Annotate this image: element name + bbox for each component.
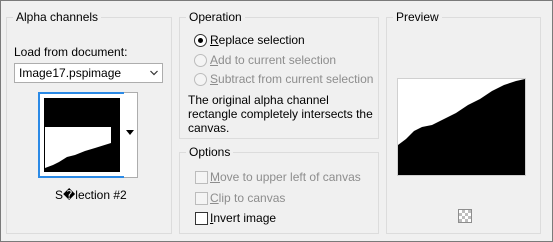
alpha-channel-thumbnail[interactable]	[38, 92, 126, 178]
subtract-from-selection-label: Subtract from current selection	[210, 72, 374, 86]
invert-image-label: Invert image	[210, 211, 277, 225]
clip-to-canvas-label: Clip to canvas	[210, 191, 286, 205]
replace-selection-label: Replace selection	[210, 33, 305, 47]
info-text-line-3: canvas.	[188, 121, 230, 135]
subtract-from-selection-radio[interactable]	[194, 73, 207, 86]
preview-mask-graphic	[398, 79, 525, 175]
radio-selected-dot	[198, 38, 203, 43]
clip-to-canvas-checkbox[interactable]	[195, 192, 208, 205]
document-select[interactable]: Image17.pspimage	[14, 63, 163, 83]
transparency-toggle-icon[interactable]	[458, 209, 472, 223]
channel-name-label: S�lection #2	[55, 188, 127, 202]
preview-title: Preview	[393, 9, 442, 25]
move-to-upper-left-label: Move to upper left of canvas	[210, 170, 361, 184]
add-to-selection-radio[interactable]	[194, 54, 207, 67]
load-from-document-label: Load from document:	[14, 45, 128, 59]
chevron-down-icon	[150, 70, 158, 76]
operation-title: Operation	[186, 9, 245, 25]
document-select-value: Image17.pspimage	[19, 66, 122, 80]
alpha-channel-thumbnail-image	[44, 98, 120, 172]
add-to-selection-label: Add to current selection	[210, 53, 337, 67]
alpha-mask-graphic	[45, 99, 119, 171]
replace-selection-radio[interactable]	[194, 34, 207, 47]
preview-image	[397, 78, 526, 176]
invert-image-checkbox[interactable]	[195, 212, 208, 225]
move-to-upper-left-checkbox[interactable]	[195, 171, 208, 184]
caret-down-icon	[126, 130, 134, 135]
alpha-channels-title: Alpha channels	[13, 9, 102, 25]
thumbnail-dropdown-button[interactable]	[124, 92, 138, 178]
options-title: Options	[186, 144, 234, 160]
